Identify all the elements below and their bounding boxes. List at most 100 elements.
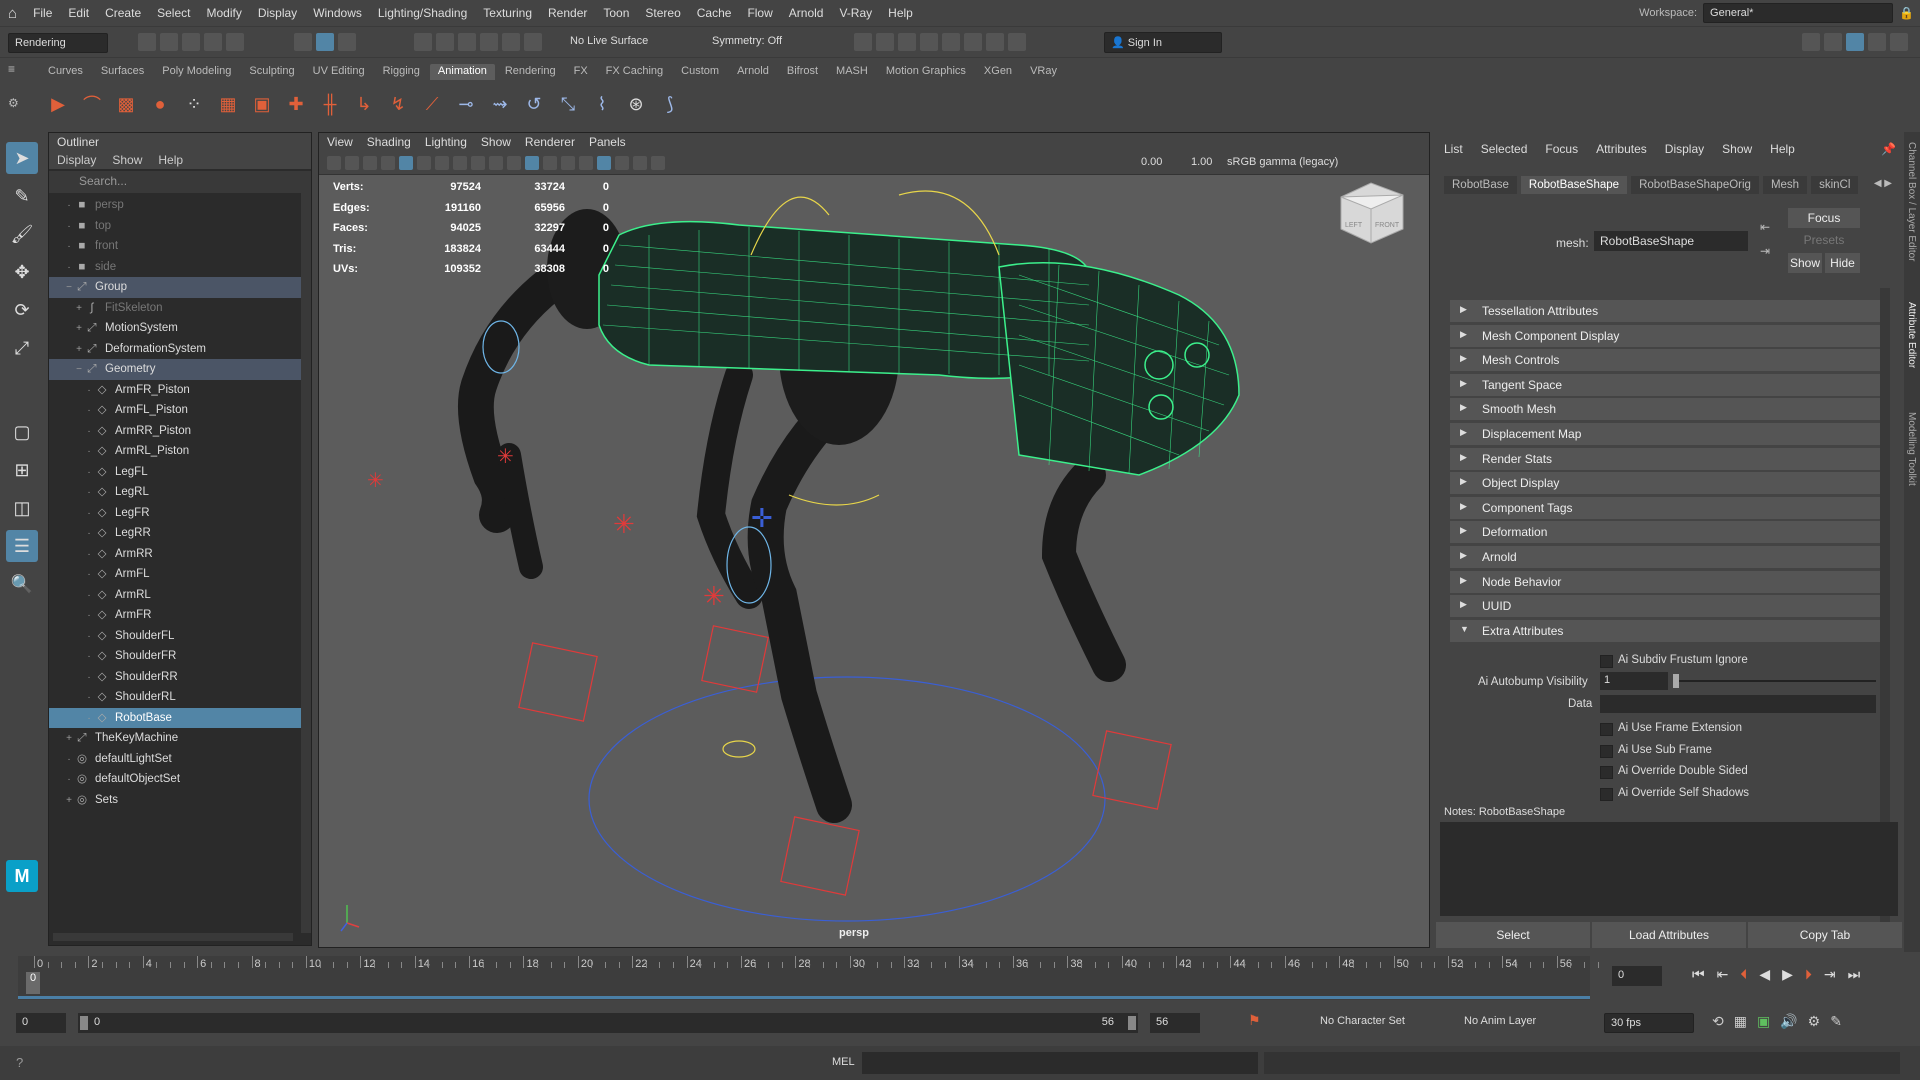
sub-frame-checkbox[interactable]: Ai Use Sub Frame xyxy=(1600,744,1712,758)
play-blast-icon[interactable]: ▶ xyxy=(44,90,72,118)
ae-section-mesh-component-display[interactable]: Mesh Component Display xyxy=(1450,324,1886,347)
viewport-menu-renderer[interactable]: Renderer xyxy=(525,135,575,151)
isolate-select-icon[interactable] xyxy=(651,155,665,170)
ae-section-extra-attributes[interactable]: Extra Attributes xyxy=(1450,619,1886,642)
shelf-tab-curves[interactable]: Curves xyxy=(40,64,91,80)
shelf-tab-rendering[interactable]: Rendering xyxy=(497,64,564,80)
outliner-item-front[interactable]: · ■ front xyxy=(49,236,311,257)
viewport-menu-panels[interactable]: Panels xyxy=(589,135,626,151)
outliner-item-defaultobjectset[interactable]: · ◎ defaultObjectSet xyxy=(49,769,311,790)
outliner-item-armfl-piston[interactable]: · ◇ ArmFL_Piston xyxy=(49,400,311,421)
shelf-tab-fx-caching[interactable]: FX Caching xyxy=(598,64,671,80)
ae-section-smooth-mesh[interactable]: Smooth Mesh xyxy=(1450,398,1886,421)
persp-outliner-icon[interactable]: ◫ xyxy=(6,492,38,524)
ae-section-render-stats[interactable]: Render Stats xyxy=(1450,447,1886,470)
symmetry-dropdown[interactable]: Symmetry: Off xyxy=(712,35,782,47)
ae-tab-skincl[interactable]: skinCl xyxy=(1811,176,1859,194)
pause-icon[interactable] xyxy=(1008,33,1026,51)
ae-menu-list[interactable]: List xyxy=(1444,142,1463,156)
outliner-hscrollbar[interactable] xyxy=(53,933,293,941)
load-attributes-button[interactable]: Load Attributes xyxy=(1592,922,1746,948)
bookmarks-icon[interactable] xyxy=(363,155,377,170)
render-sequence-icon[interactable] xyxy=(876,33,894,51)
menu-render[interactable]: Render xyxy=(540,6,595,20)
ae-menu-help[interactable]: Help xyxy=(1770,142,1795,156)
expand-icon[interactable]: + xyxy=(63,791,75,811)
grease-pencil-icon[interactable] xyxy=(417,155,431,170)
workspace-dropdown[interactable]: General* xyxy=(1703,3,1894,23)
redo-icon[interactable] xyxy=(226,33,244,51)
outliner-item-top[interactable]: · ■ top xyxy=(49,216,311,237)
end-time-field[interactable]: 56 xyxy=(1150,1013,1200,1033)
shelf-tab-rigging[interactable]: Rigging xyxy=(375,64,428,80)
menu-set-dropdown[interactable]: Rendering xyxy=(8,33,108,53)
outliner-item-armrl-piston[interactable]: · ◇ ArmRL_Piston xyxy=(49,441,311,462)
locator-blue[interactable]: ✛ xyxy=(751,503,773,533)
ae-menu-selected[interactable]: Selected xyxy=(1481,142,1528,156)
outliner-layout-icon[interactable]: ☰ xyxy=(6,530,38,562)
shelf-tab-arnold[interactable]: Arnold xyxy=(729,64,777,80)
light-editor-icon[interactable] xyxy=(986,33,1004,51)
menu-create[interactable]: Create xyxy=(97,6,149,20)
move-tool-icon[interactable]: ✥ xyxy=(6,256,38,288)
menu-help[interactable]: Help xyxy=(880,6,921,20)
menu-v-ray[interactable]: V-Ray xyxy=(831,6,880,20)
tool-settings-icon[interactable] xyxy=(1868,33,1886,51)
outliner-item-legrr[interactable]: · ◇ LegRR xyxy=(49,523,311,544)
new-scene-icon[interactable] xyxy=(138,33,156,51)
outliner-item-group[interactable]: − ⤢ Group xyxy=(49,277,311,298)
menu-texturing[interactable]: Texturing xyxy=(475,6,540,20)
scene-canvas[interactable]: ✳ ✳ ✳ ✳ ✛ LEFT FRONT xyxy=(319,175,1429,947)
go-to-start-icon[interactable]: ⏮ xyxy=(1692,966,1705,983)
frame-extension-checkbox[interactable]: Ai Use Frame Extension xyxy=(1600,722,1742,736)
ae-section-deformation[interactable]: Deformation xyxy=(1450,521,1886,544)
colorspace-label[interactable]: sRGB gamma (legacy) xyxy=(1227,156,1338,168)
constraint-aim-icon[interactable]: ⇝ xyxy=(486,90,514,118)
undo-icon[interactable] xyxy=(204,33,222,51)
menu-stereo[interactable]: Stereo xyxy=(637,6,688,20)
outliner-item-armfl[interactable]: · ◇ ArmFL xyxy=(49,564,311,585)
go-to-output-icon[interactable]: ⇥ xyxy=(1760,244,1770,258)
locator-2[interactable]: ✳ xyxy=(497,446,514,468)
range-start-handle[interactable] xyxy=(80,1016,88,1030)
autobump-field[interactable]: 1 xyxy=(1600,672,1668,690)
outliner-item-armfr[interactable]: · ◇ ArmFR xyxy=(49,605,311,626)
control-yellow-3[interactable] xyxy=(788,494,880,506)
outliner-item-armfr-piston[interactable]: · ◇ ArmFR_Piston xyxy=(49,380,311,401)
foot-ctrl-fl[interactable] xyxy=(518,642,598,722)
outliner-item-shoulderrl[interactable]: · ◇ ShoulderRL xyxy=(49,687,311,708)
ae-section-arnold[interactable]: Arnold xyxy=(1450,546,1886,568)
menu-lighting-shading[interactable]: Lighting/Shading xyxy=(370,6,475,20)
range-end-handle[interactable] xyxy=(1128,1016,1136,1030)
skeleton-icon[interactable]: ▩ xyxy=(112,90,140,118)
joint-tool-icon[interactable]: ✚ xyxy=(282,90,310,118)
snap-surface-icon[interactable] xyxy=(502,33,520,51)
pin-icon[interactable]: 📌 xyxy=(1881,142,1896,156)
focus-button[interactable]: Focus xyxy=(1788,208,1860,228)
menu-cache[interactable]: Cache xyxy=(689,6,740,20)
ae-menu-show[interactable]: Show xyxy=(1722,142,1752,156)
outliner-item-robotbase[interactable]: · ◇ RobotBase xyxy=(49,707,311,728)
leg-front-right[interactable] xyxy=(747,377,867,823)
wrap-icon[interactable]: ▣ xyxy=(248,90,276,118)
zoom-icon[interactable]: 🔍 xyxy=(6,568,38,600)
lights-icon[interactable] xyxy=(561,155,575,170)
gamma-field[interactable]: 1.00 xyxy=(1191,156,1212,168)
menu-toon[interactable]: Toon xyxy=(595,6,637,20)
tab-scroll-left-icon[interactable]: ◀ ▶ xyxy=(1874,178,1892,189)
exposure-field[interactable]: 0.00 xyxy=(1141,156,1162,168)
ipr-render-icon[interactable] xyxy=(898,33,916,51)
menu-file[interactable]: File xyxy=(25,6,60,20)
ae-menu-display[interactable]: Display xyxy=(1665,142,1704,156)
step-back-frame-icon[interactable]: ⏴ xyxy=(1740,966,1747,983)
locator-3[interactable]: ✳ xyxy=(613,509,635,539)
control-yellow-4[interactable] xyxy=(722,740,756,758)
select-component-icon[interactable] xyxy=(338,33,356,51)
go-to-end-icon[interactable]: ⏭ xyxy=(1848,966,1861,983)
outliner-item-sets[interactable]: + ◎ Sets xyxy=(49,790,311,811)
shelf-settings-icon[interactable]: ⚙ xyxy=(8,96,19,110)
outliner-item-legfr[interactable]: · ◇ LegFR xyxy=(49,503,311,524)
show-button[interactable]: Show xyxy=(1788,253,1822,273)
paint-select-icon[interactable]: 🖌 xyxy=(6,218,38,250)
outliner-item-deformationsystem[interactable]: + ⤢ DeformationSystem xyxy=(49,339,311,360)
